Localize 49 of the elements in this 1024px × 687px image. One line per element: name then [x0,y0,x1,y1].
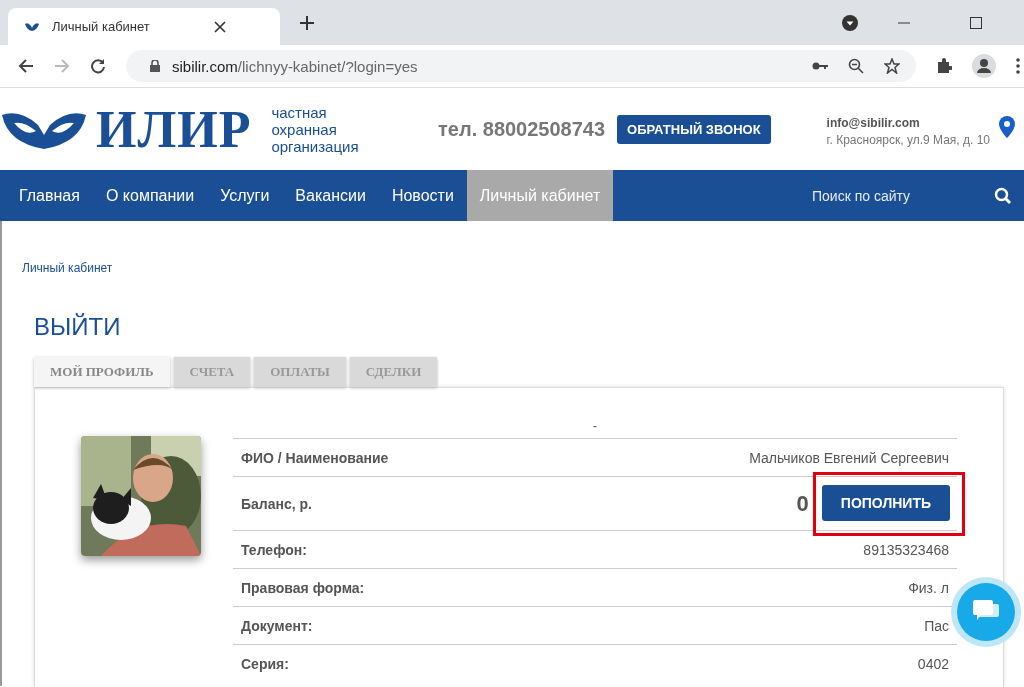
field-label: Правовая форма: [241,579,365,596]
search-field[interactable]: Поиск по сайту [810,186,984,205]
tagline-text: организация [271,137,359,155]
lock-icon [150,60,160,72]
dropdown-icon[interactable] [842,14,858,31]
maximize-icon[interactable] [970,16,982,29]
field-value: 0402 [917,655,949,672]
nav-link[interactable]: Новости [378,170,467,221]
field-value: 89135323468 [863,541,949,558]
minimize-icon[interactable] [898,21,910,24]
email-text: info@sibilir.com [826,115,921,130]
reload-icon[interactable] [90,58,106,74]
search-icon[interactable] [994,186,1012,205]
brand-name: ИЛИР [96,99,252,159]
nav-link[interactable]: Вакансии [282,170,379,221]
nav-link[interactable]: Главная [6,170,93,221]
url-text: sibilir.com/lichnyy-kabinet/?login=yes [172,57,418,75]
field-label: Телефон: [241,541,307,558]
key-icon[interactable] [812,61,828,71]
back-icon[interactable] [18,58,34,74]
balance-value: 0 [796,490,809,517]
nav-link[interactable]: Услуги [207,170,283,221]
new-tab-icon[interactable] [300,15,314,30]
star-icon[interactable] [884,58,900,74]
tagline-text: частная [271,103,328,121]
more-icon[interactable] [1016,58,1020,74]
field-label: Документ: [241,617,313,634]
breadcrumb-link[interactable]: Личный кабинет [22,261,1004,275]
field-value: Пас [924,617,949,634]
caption-text: - [591,418,599,435]
top-up-button[interactable]: ПОПОЛНИТЬ [821,484,950,521]
avatar-icon[interactable] [972,54,996,78]
nav-link[interactable]: О компании [92,170,208,221]
close-icon[interactable] [214,20,226,33]
puzzle-icon[interactable] [936,58,952,74]
address-text: г. Красноярск, ул.9 Мая, д. 10 [826,132,990,147]
tagline-text: охранная [271,120,338,138]
field-label: Серия: [241,655,289,672]
address-bar[interactable]: sibilir.com/lichnyy-kabinet/?login=yes [126,50,916,82]
field-label: Баланс, р. [241,495,312,512]
zoom-out-icon[interactable] [848,58,864,74]
browser-tab[interactable]: Личный кабинет [8,8,280,45]
field-value: Физ. л [908,579,949,596]
tab-title: Личный кабинет [52,19,151,34]
logout-link[interactable]: ВЫЙТИ [34,313,1004,341]
field-value: Мальчиков Евгений Сергеевич [749,449,949,466]
callback-button[interactable]: ОБРАТНЫЙ ЗВОНОК [617,114,771,144]
phone-number: тел. 88002508743 [438,117,606,141]
field-label: ФИО / Наименование [241,449,389,466]
